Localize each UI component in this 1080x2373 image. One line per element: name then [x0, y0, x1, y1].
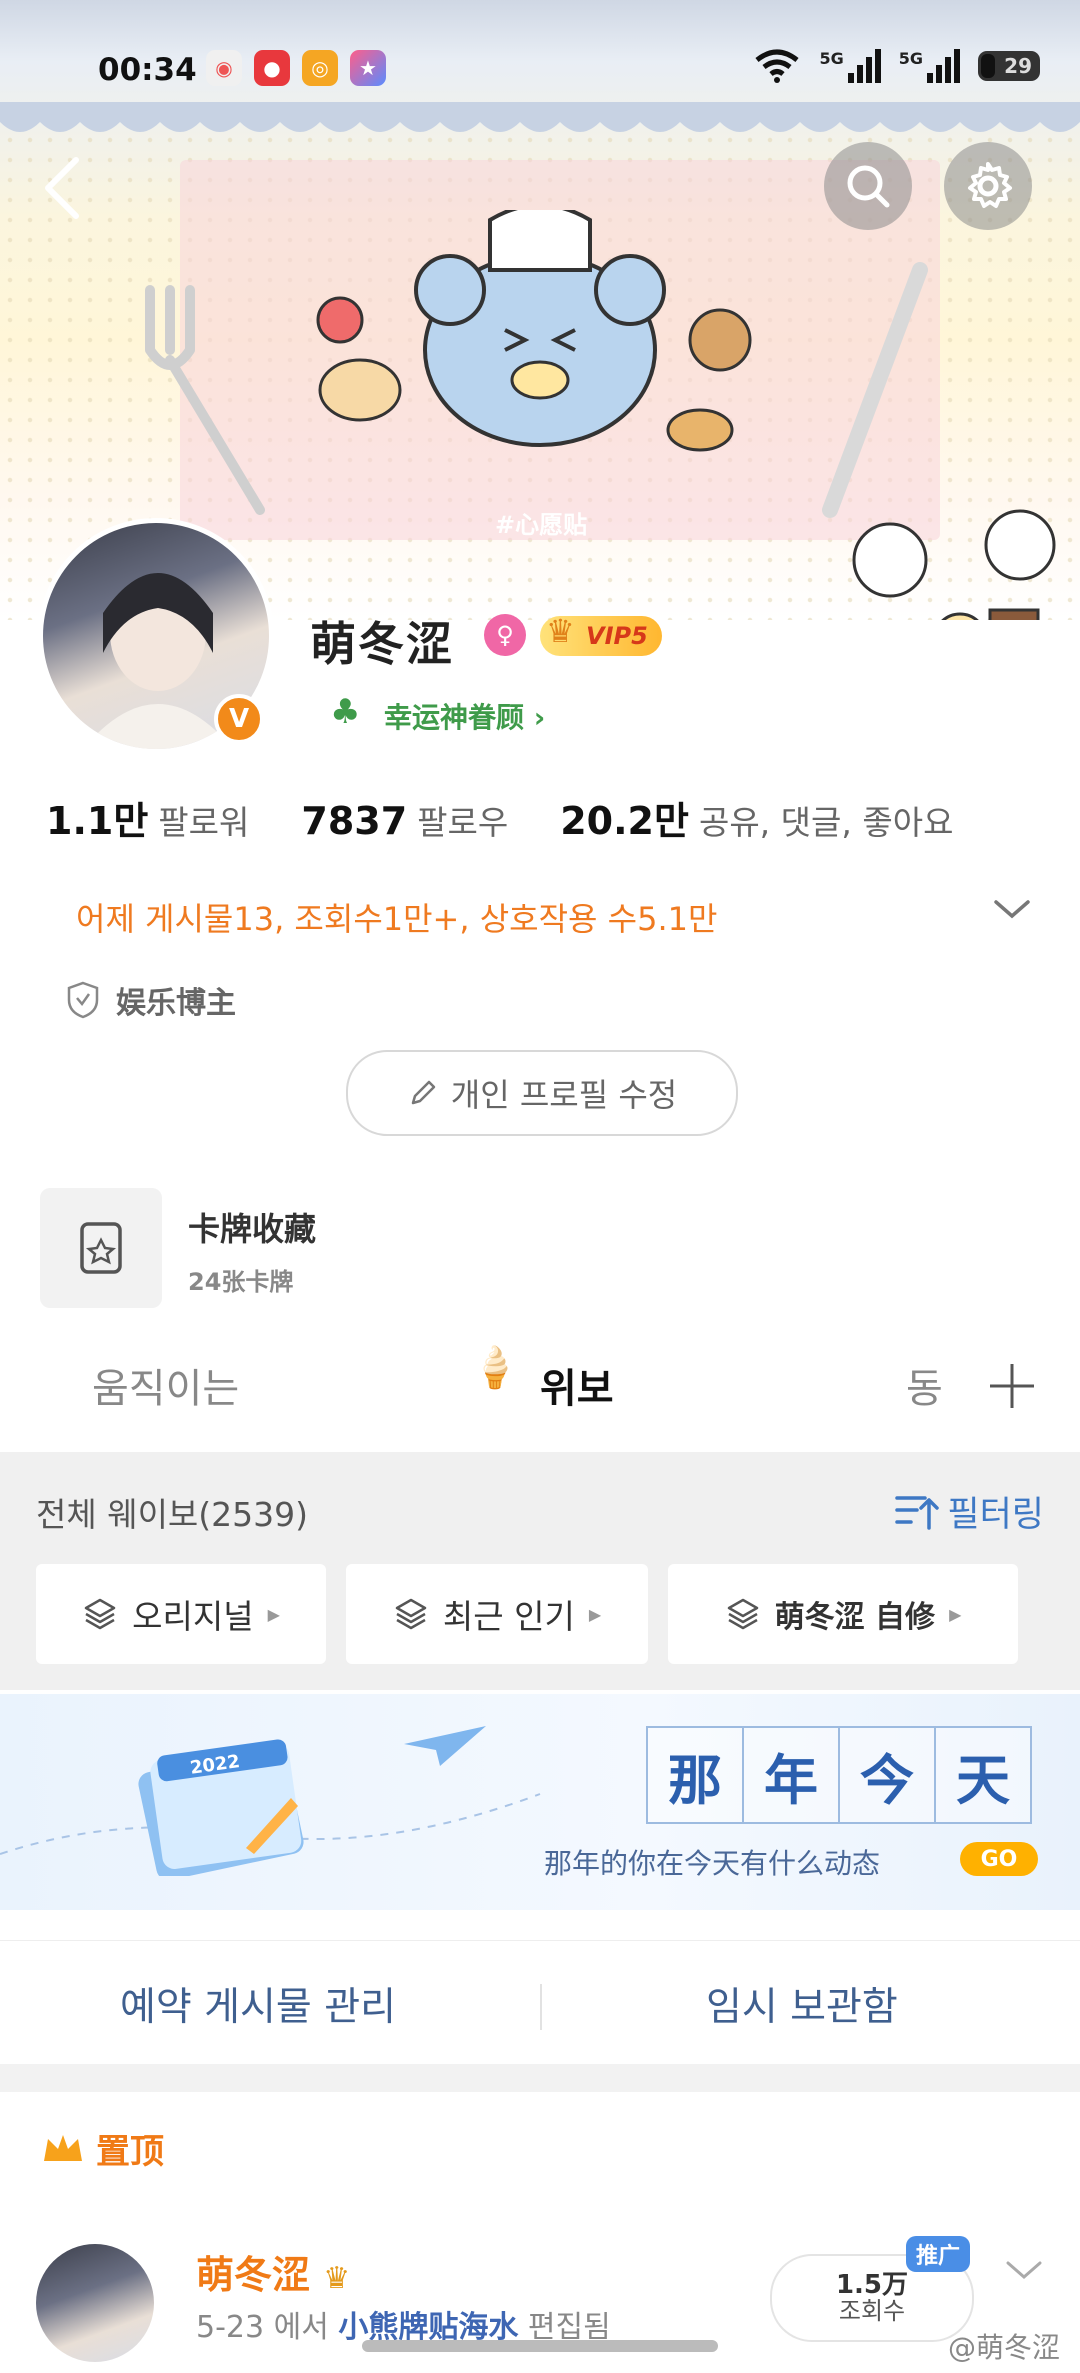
card-collection-title[interactable]: 卡牌收藏: [188, 1204, 316, 1250]
promote-badge[interactable]: 推广: [906, 2236, 971, 2272]
settings-button[interactable]: [944, 142, 1032, 230]
yesterday-summary: 어제 게시물13, 조회수1만+, 상호작용 수5.1만: [76, 900, 718, 938]
chip-self-study[interactable]: 萌冬涩 自修 ▶: [668, 1564, 1018, 1664]
post-username[interactable]: 萌冬涩 ♛: [196, 2244, 350, 2299]
knife-illustration: [822, 262, 928, 518]
app-notification-icon: ★: [350, 50, 386, 86]
chevron-right-icon: ›: [524, 701, 546, 734]
expand-button[interactable]: [992, 886, 1032, 932]
layers-icon: [84, 1598, 116, 1630]
followers-stat[interactable]: 1.1만 팔로워: [46, 790, 249, 845]
watermark: @萌冬涩: [947, 2331, 1060, 2364]
battery-icon: 29: [978, 51, 1040, 81]
title-char: 今: [838, 1726, 936, 1824]
post-more-button[interactable]: [1004, 2248, 1044, 2292]
chip-original[interactable]: 오리지널 ▶: [36, 1564, 326, 1664]
on-this-day-subtitle: 那年的你在今天有什么动态: [544, 1847, 881, 1880]
chevron-down-icon: [994, 900, 1030, 919]
tab-moving[interactable]: 움직이는: [92, 1356, 239, 1414]
tab-dong[interactable]: 동: [906, 1356, 943, 1414]
caret-right-icon: ▶: [588, 1604, 602, 1624]
gender-icon: ♀: [484, 614, 526, 656]
search-icon: [847, 165, 890, 208]
views-label: 조회수: [838, 2296, 906, 2325]
layers-icon: [395, 1598, 427, 1630]
title-char: 那: [646, 1726, 744, 1824]
cellular-signal-icon: 5G: [899, 49, 960, 83]
interactions-stat[interactable]: 20.2만 공유, 댓글, 좋아요: [560, 790, 953, 845]
weibo-notification-icon: ◎: [302, 50, 338, 86]
layers-icon: [727, 1598, 758, 1630]
crown-icon: ♛: [546, 612, 575, 650]
caret-right-icon: ▶: [949, 1604, 962, 1624]
title-char: 天: [934, 1726, 1032, 1824]
drafts-button[interactable]: 임시 보관함: [706, 1976, 898, 2032]
back-button[interactable]: [36, 152, 92, 222]
on-this-day-title: 那 年 今 天: [646, 1726, 1032, 1824]
pinned-label: 置顶: [40, 2124, 164, 2173]
clover-icon: ♣: [330, 692, 361, 732]
status-icons: 5G 5G 29: [753, 48, 1040, 84]
status-time: 00:34: [98, 52, 197, 88]
crown-level-icon: ♛: [323, 2261, 351, 2296]
paper-plane-icon: [404, 1726, 486, 1766]
dessert-illustration: [852, 509, 1056, 620]
chevron-down-icon: [1006, 2261, 1042, 2279]
cellular-signal-icon: 5G: [819, 49, 881, 83]
gear-icon: [968, 162, 1012, 208]
search-button[interactable]: [824, 142, 912, 230]
calendar-icon: 2022: [138, 1739, 304, 1876]
username: 萌冬涩: [310, 617, 454, 671]
tab-weibo[interactable]: 위보: [540, 1356, 614, 1414]
bear-illustration: [316, 210, 752, 452]
divider: [540, 1984, 542, 2030]
plus-icon: [990, 1364, 1034, 1408]
card-icon: [80, 1222, 122, 1274]
filter-button[interactable]: 필터링: [895, 1486, 1044, 1537]
edit-profile-button[interactable]: 개인 프로필 수정: [346, 1050, 738, 1136]
fork-illustration: [145, 285, 265, 515]
card-collection-icon-box[interactable]: [40, 1188, 162, 1308]
title-char: 年: [742, 1726, 840, 1824]
chevron-left-icon: [45, 157, 79, 219]
pencil-icon: [411, 1080, 436, 1105]
crown-icon: [44, 2134, 82, 2161]
verified-badge-icon: V: [214, 694, 264, 744]
following-stat[interactable]: 7837 팔로우: [301, 796, 508, 844]
chip-recent-popular[interactable]: 최근 인기 ▶: [346, 1564, 648, 1664]
caret-right-icon: ▶: [267, 1604, 280, 1624]
post-avatar[interactable]: [36, 2244, 154, 2362]
add-tab-button[interactable]: [986, 1346, 1038, 1427]
tab-icon: 🍦: [470, 1345, 520, 1391]
lucky-link[interactable]: 幸运神眷顾 ›: [384, 696, 545, 736]
app-notification-icon: ●: [254, 50, 290, 86]
weibo-count: 전체 웨이보(2539): [36, 1495, 309, 1534]
views-count: 1.5万: [835, 2269, 909, 2300]
profile-stats: 1.1만 팔로워 7837 팔로우 20.2만 공유, 댓글, 좋아요: [46, 790, 953, 845]
scheduled-posts-button[interactable]: 예약 게시물 관리: [120, 1976, 396, 2032]
app-notification-icon: ◉: [206, 50, 242, 86]
shield-icon: [67, 981, 99, 1019]
banner-tag: #心愿贴: [495, 511, 588, 539]
wifi-icon: [755, 49, 800, 83]
creator-tag[interactable]: 娱乐博主: [66, 978, 236, 1022]
section-separator: [0, 2064, 1080, 2092]
go-button[interactable]: GO: [960, 1842, 1038, 1876]
filter-icon: [895, 1495, 940, 1530]
card-collection-count: 24张卡牌: [188, 1268, 294, 1296]
home-indicator[interactable]: [362, 2340, 718, 2352]
